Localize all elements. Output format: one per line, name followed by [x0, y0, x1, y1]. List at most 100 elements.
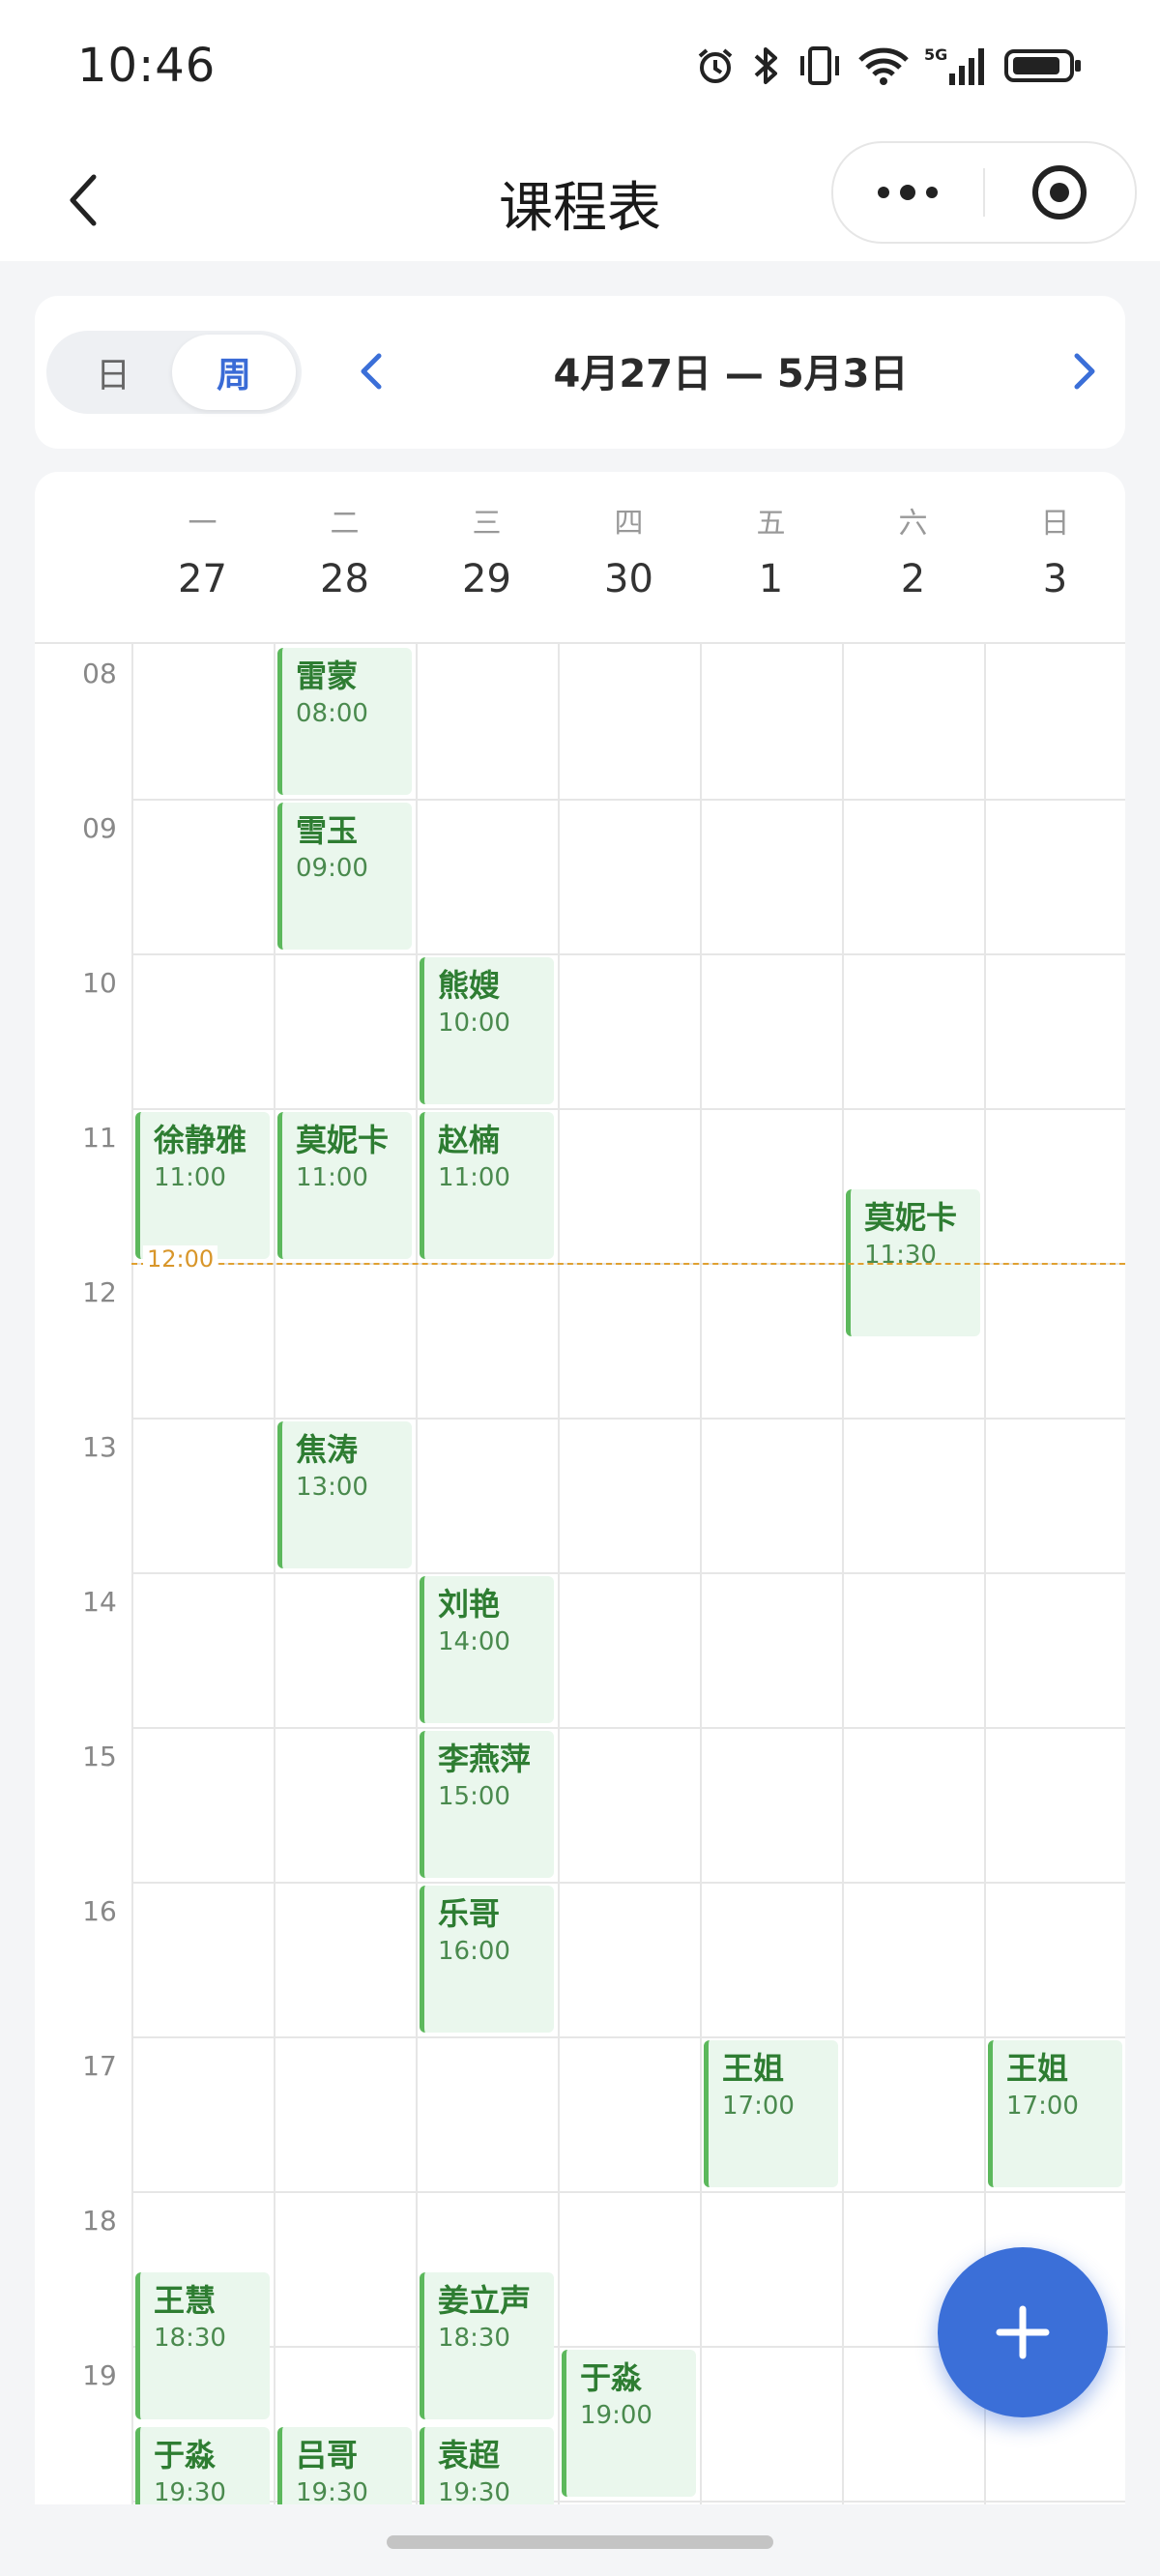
course-start-time: 16:00 — [438, 1937, 510, 1966]
grid-hour-line — [131, 2036, 1125, 2038]
course-event[interactable]: 赵楠 11:00 — [420, 1112, 554, 1259]
chevron-left-icon — [361, 353, 382, 390]
status-time: 10:46 — [77, 39, 217, 93]
course-event[interactable]: 刘艳 14:00 — [420, 1576, 554, 1723]
hour-label: 14 — [82, 1586, 117, 1618]
next-week-button[interactable] — [1054, 340, 1116, 402]
course-event[interactable]: 王慧 18:30 — [135, 2272, 270, 2419]
day-weekday: 二 — [330, 507, 360, 541]
course-student-name: 乐哥 — [438, 1895, 501, 1932]
course-event[interactable]: 姜立声 18:30 — [420, 2272, 554, 2419]
toggle-day-view[interactable]: 日 — [50, 331, 176, 414]
day-weekday: 六 — [898, 507, 928, 541]
schedule-card: 一 27 二 28 三 29 四 30 五 1 六 2 日 3 08 09 10 11 12 13 14 15 16 17 1… — [35, 472, 1125, 2576]
day-date: 28 — [320, 557, 369, 601]
course-event[interactable]: 雷蒙 08:00 — [277, 648, 412, 795]
day-date: 29 — [462, 557, 511, 601]
toggle-week-view[interactable]: 周 — [172, 335, 296, 410]
course-start-time: 11:30 — [864, 1241, 937, 1270]
course-event[interactable]: 焦涛 13:00 — [277, 1421, 412, 1568]
course-event[interactable]: 雪玉 09:00 — [277, 803, 412, 950]
close-mini-program-button[interactable] — [984, 143, 1135, 242]
target-icon — [1032, 165, 1087, 220]
grid-hour-line — [131, 2191, 1125, 2193]
wifi-icon — [858, 47, 909, 85]
grid-hour-line — [131, 1108, 1125, 1110]
course-student-name: 于淼 — [154, 2437, 217, 2474]
hour-label: 10 — [82, 967, 117, 999]
day-header[interactable]: 五1 — [700, 472, 842, 642]
day-header[interactable]: 日3 — [984, 472, 1125, 642]
course-start-time: 18:30 — [438, 2324, 510, 2353]
hour-label: 13 — [82, 1431, 117, 1463]
course-start-time: 13:00 — [296, 1473, 368, 1502]
course-start-time: 11:00 — [438, 1163, 510, 1192]
grid-column-line — [558, 644, 560, 2510]
grid-column-line — [842, 644, 844, 2510]
current-time-line — [131, 1263, 1125, 1265]
status-bar: 10:46 5G — [0, 0, 1160, 135]
course-start-time: 10:00 — [438, 1009, 510, 1038]
course-student-name: 姜立声 — [438, 2282, 532, 2319]
day-header[interactable]: 一 27 — [131, 472, 274, 642]
day-header[interactable]: 六2 — [842, 472, 984, 642]
day-weekday: 三 — [472, 507, 502, 541]
day-date: 2 — [900, 557, 926, 601]
grid-hour-line — [131, 1572, 1125, 1574]
day-header[interactable]: 二 28 — [274, 472, 416, 642]
course-start-time: 08:00 — [296, 699, 368, 728]
grid-column-line — [274, 644, 276, 2510]
course-start-time: 17:00 — [722, 2092, 795, 2121]
alarm-icon — [698, 48, 733, 83]
hour-label: 16 — [82, 1895, 117, 1927]
course-start-time: 18:30 — [154, 2324, 226, 2353]
course-event[interactable]: 于淼 19:00 — [562, 2350, 696, 2497]
course-student-name: 王姐 — [1006, 2050, 1069, 2087]
course-event[interactable]: 王姐 17:00 — [988, 2040, 1122, 2187]
home-indicator — [387, 2535, 773, 2549]
hour-label: 18 — [82, 2205, 117, 2237]
day-header[interactable]: 三 29 — [416, 472, 558, 642]
course-student-name: 雪玉 — [296, 812, 359, 849]
course-event[interactable]: 熊嫂 10:00 — [420, 957, 554, 1104]
status-icons: 5G — [694, 44, 1083, 87]
day-weekday: 一 — [188, 507, 218, 541]
more-dots-icon — [878, 185, 938, 200]
course-event[interactable]: 李燕萍 15:00 — [420, 1731, 554, 1878]
day-date: 1 — [758, 557, 784, 601]
plus-icon — [996, 2305, 1050, 2359]
course-event[interactable]: 王姐 17:00 — [704, 2040, 838, 2187]
more-button[interactable] — [833, 143, 982, 242]
course-student-name: 王姐 — [722, 2050, 785, 2087]
prev-week-button[interactable] — [340, 340, 402, 402]
bluetooth-icon — [754, 47, 777, 84]
day-weekday: 五 — [756, 507, 786, 541]
course-student-name: 莫妮卡 — [296, 1122, 390, 1158]
battery-icon — [1004, 49, 1081, 82]
course-event[interactable]: 徐静雅 11:00 — [135, 1112, 270, 1259]
course-student-name: 吕哥 — [296, 2437, 359, 2474]
course-event[interactable]: 莫妮卡 11:00 — [277, 1112, 412, 1259]
grid-hour-line — [131, 1882, 1125, 1884]
add-course-button[interactable] — [938, 2247, 1108, 2417]
day-date: 30 — [604, 557, 653, 601]
course-student-name: 莫妮卡 — [864, 1199, 958, 1236]
hour-label: 12 — [82, 1276, 117, 1308]
course-start-time: 15:00 — [438, 1782, 510, 1811]
day-header[interactable]: 四 30 — [558, 472, 700, 642]
grid-column-line — [416, 644, 418, 2510]
course-student-name: 于淼 — [580, 2359, 643, 2396]
course-student-name: 袁超 — [438, 2437, 501, 2474]
nav-bar: 课程表 — [0, 135, 1160, 261]
chevron-right-icon — [1074, 353, 1095, 390]
course-student-name: 徐静雅 — [154, 1122, 247, 1158]
course-student-name: 刘艳 — [438, 1586, 501, 1623]
course-start-time: 09:00 — [296, 854, 368, 883]
day-weekday: 日 — [1040, 507, 1070, 541]
schedule-grid: 08 09 10 11 12 13 14 15 16 17 18 19 雷蒙 08:00 雪玉 09:00 熊嫂… — [35, 644, 1125, 2574]
course-start-time: 11:00 — [154, 1163, 226, 1192]
vibrate-icon — [800, 46, 839, 85]
week-header-card: 日 周 4月27日 — 5月3日 — [35, 296, 1125, 449]
course-event[interactable]: 乐哥 16:00 — [420, 1886, 554, 2033]
course-start-time: 14:00 — [438, 1627, 510, 1656]
